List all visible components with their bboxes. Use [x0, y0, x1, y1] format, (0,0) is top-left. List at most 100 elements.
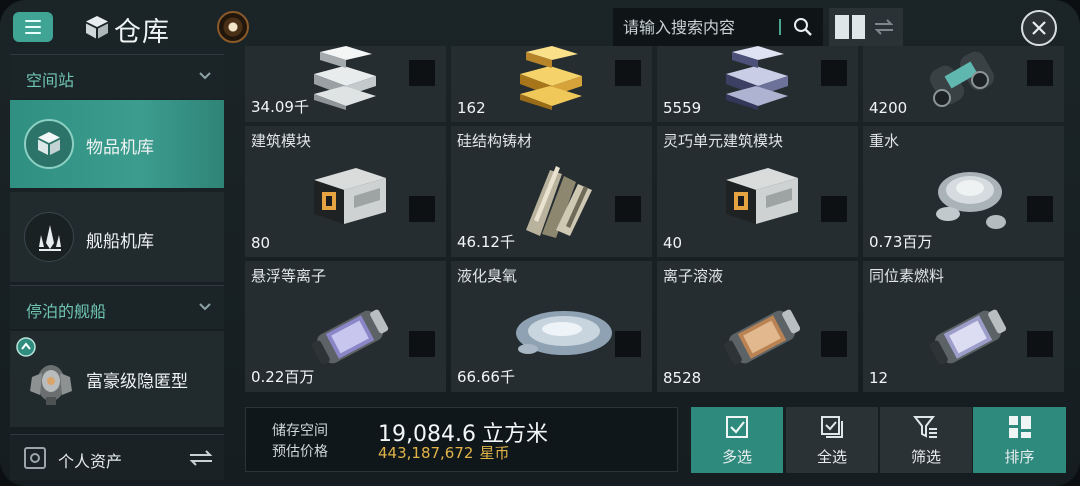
personal-assets-button[interactable]: 个人资产	[10, 434, 224, 480]
multi-select-button[interactable]: 多选	[691, 407, 783, 473]
estimated-price-label: 预估价格	[272, 444, 328, 460]
item-quantity: 4200	[869, 99, 908, 117]
checkbox-icon	[726, 415, 748, 438]
assets-label: 个人资产	[58, 452, 123, 471]
select-all-button[interactable]: 全选	[786, 407, 878, 473]
sidebar-item-label: 富豪级隐匿型	[86, 372, 188, 392]
sort-label: 排序	[1004, 447, 1035, 466]
item-card[interactable]: 灵巧单元建筑模块 40	[657, 126, 858, 257]
gold-ingot-icon	[520, 46, 582, 110]
item-checkbox[interactable]	[409, 196, 435, 222]
item-checkbox[interactable]	[821, 331, 847, 357]
item-name: 建筑模块	[251, 132, 312, 150]
ship-model-icon	[30, 365, 72, 405]
menu-icon-line	[25, 20, 41, 22]
filter-label: 筛选	[910, 447, 941, 466]
sidebar-item-ships[interactable]: 舰船机库	[10, 192, 224, 282]
item-name: 液化臭氧	[457, 267, 518, 285]
dark-ingot-icon	[726, 46, 788, 110]
item-name: 灵巧单元建筑模块	[663, 132, 784, 150]
sidebar-item-warehouse[interactable]: 物品机库	[10, 100, 224, 188]
item-card[interactable]: 162	[451, 46, 652, 122]
sort-button[interactable]: 排序	[973, 407, 1066, 473]
item-checkbox[interactable]	[409, 60, 435, 86]
multi-select-label: 多选	[721, 447, 752, 466]
item-quantity: 0.73百万	[869, 233, 933, 251]
item-card[interactable]: 4200	[863, 46, 1064, 122]
canister-icon	[723, 309, 801, 365]
filter-button[interactable]: 筛选	[880, 407, 972, 473]
cube-icon	[86, 16, 108, 39]
sidebar-item-label: 舰船机库	[86, 232, 154, 252]
item-checkbox[interactable]	[821, 196, 847, 222]
module-icon	[314, 168, 386, 224]
item-grid: 34.09千 162 5559 4200 建筑模块 80 硅结构铸材 46.12…	[245, 0, 1072, 392]
menu-icon-line	[25, 32, 41, 34]
silver-ingot-icon	[314, 46, 376, 110]
item-checkbox[interactable]	[1027, 60, 1053, 86]
liquid-puddle-icon	[516, 311, 612, 355]
estimated-price-number: 443,187,672	[378, 444, 474, 462]
item-checkbox[interactable]	[615, 196, 641, 222]
item-checkbox[interactable]	[1027, 196, 1053, 222]
warehouse-icon	[24, 119, 74, 169]
water-drop-icon	[936, 172, 1006, 229]
estimated-price-unit: 星币	[479, 444, 510, 462]
module-icon	[726, 168, 798, 224]
item-quantity: 8528	[663, 369, 702, 387]
sidebar: 空间站 物品机库 舰船机库 停泊的舰船 富豪级隐匿型 个人资产	[0, 52, 232, 486]
item-quantity: 12	[869, 369, 889, 387]
select-all-icon	[821, 415, 843, 438]
canister-icon	[929, 309, 1007, 365]
item-card[interactable]: 建筑模块 80	[245, 126, 446, 257]
item-checkbox[interactable]	[615, 331, 641, 357]
item-card[interactable]: 液化臭氧 66.66千	[451, 261, 652, 392]
warehouse-screen: 仓库 空间站	[0, 0, 1080, 486]
item-card[interactable]: 同位素燃料 12	[863, 261, 1064, 392]
ship-icon	[24, 212, 74, 262]
menu-button[interactable]	[13, 12, 53, 42]
item-quantity: 162	[457, 99, 486, 117]
item-name: 硅结构铸材	[457, 132, 533, 150]
item-checkbox[interactable]	[409, 331, 435, 357]
filter-icon	[913, 415, 937, 438]
item-card[interactable]: 硅结构铸材 46.12千	[451, 126, 652, 257]
estimated-price-value: 443,187,672 星币	[378, 442, 509, 463]
section-label: 空间站	[26, 71, 75, 90]
canister-icon	[311, 309, 389, 365]
chevron-down-icon	[199, 303, 211, 311]
section-space-station[interactable]: 空间站	[10, 54, 224, 98]
menu-icon-line	[25, 26, 41, 28]
item-name: 悬浮等离子	[251, 267, 327, 285]
item-checkbox[interactable]	[821, 60, 847, 86]
section-docked-ships[interactable]: 停泊的舰船	[10, 285, 224, 329]
item-card[interactable]: 5559	[657, 46, 858, 122]
component-icon	[929, 51, 995, 107]
safe-icon	[24, 447, 46, 469]
sidebar-item-label: 物品机库	[86, 138, 154, 158]
item-card[interactable]: 离子溶液 8528	[657, 261, 858, 392]
item-quantity: 34.09千	[251, 98, 309, 116]
item-quantity: 66.66千	[457, 368, 515, 386]
item-card[interactable]: 重水 0.73百万	[863, 126, 1064, 257]
item-name: 同位素燃料	[869, 267, 945, 285]
sort-grid-icon	[1008, 415, 1031, 438]
storage-space-label: 储存空间	[272, 423, 328, 439]
item-name: 重水	[869, 132, 900, 150]
item-card[interactable]: 悬浮等离子 0.22百万	[245, 261, 446, 392]
sidebar-item-docked-ship[interactable]: 富豪级隐匿型	[10, 331, 224, 427]
item-quantity: 40	[663, 234, 683, 252]
item-checkbox[interactable]	[615, 60, 641, 86]
crystal-icon	[526, 166, 592, 238]
rank-up-icon	[16, 337, 36, 357]
swap-icon[interactable]	[188, 449, 214, 467]
item-name: 离子溶液	[663, 267, 724, 285]
section-label: 停泊的舰船	[26, 302, 107, 321]
item-quantity: 46.12千	[457, 233, 515, 251]
item-checkbox[interactable]	[1027, 331, 1053, 357]
item-quantity: 5559	[663, 99, 702, 117]
item-quantity: 80	[251, 234, 271, 252]
storage-summary: 储存空间 预估价格 19,084.6 立方米 443,187,672 星币	[245, 407, 678, 472]
item-card[interactable]: 34.09千	[245, 46, 446, 122]
item-quantity: 0.22百万	[251, 368, 315, 386]
